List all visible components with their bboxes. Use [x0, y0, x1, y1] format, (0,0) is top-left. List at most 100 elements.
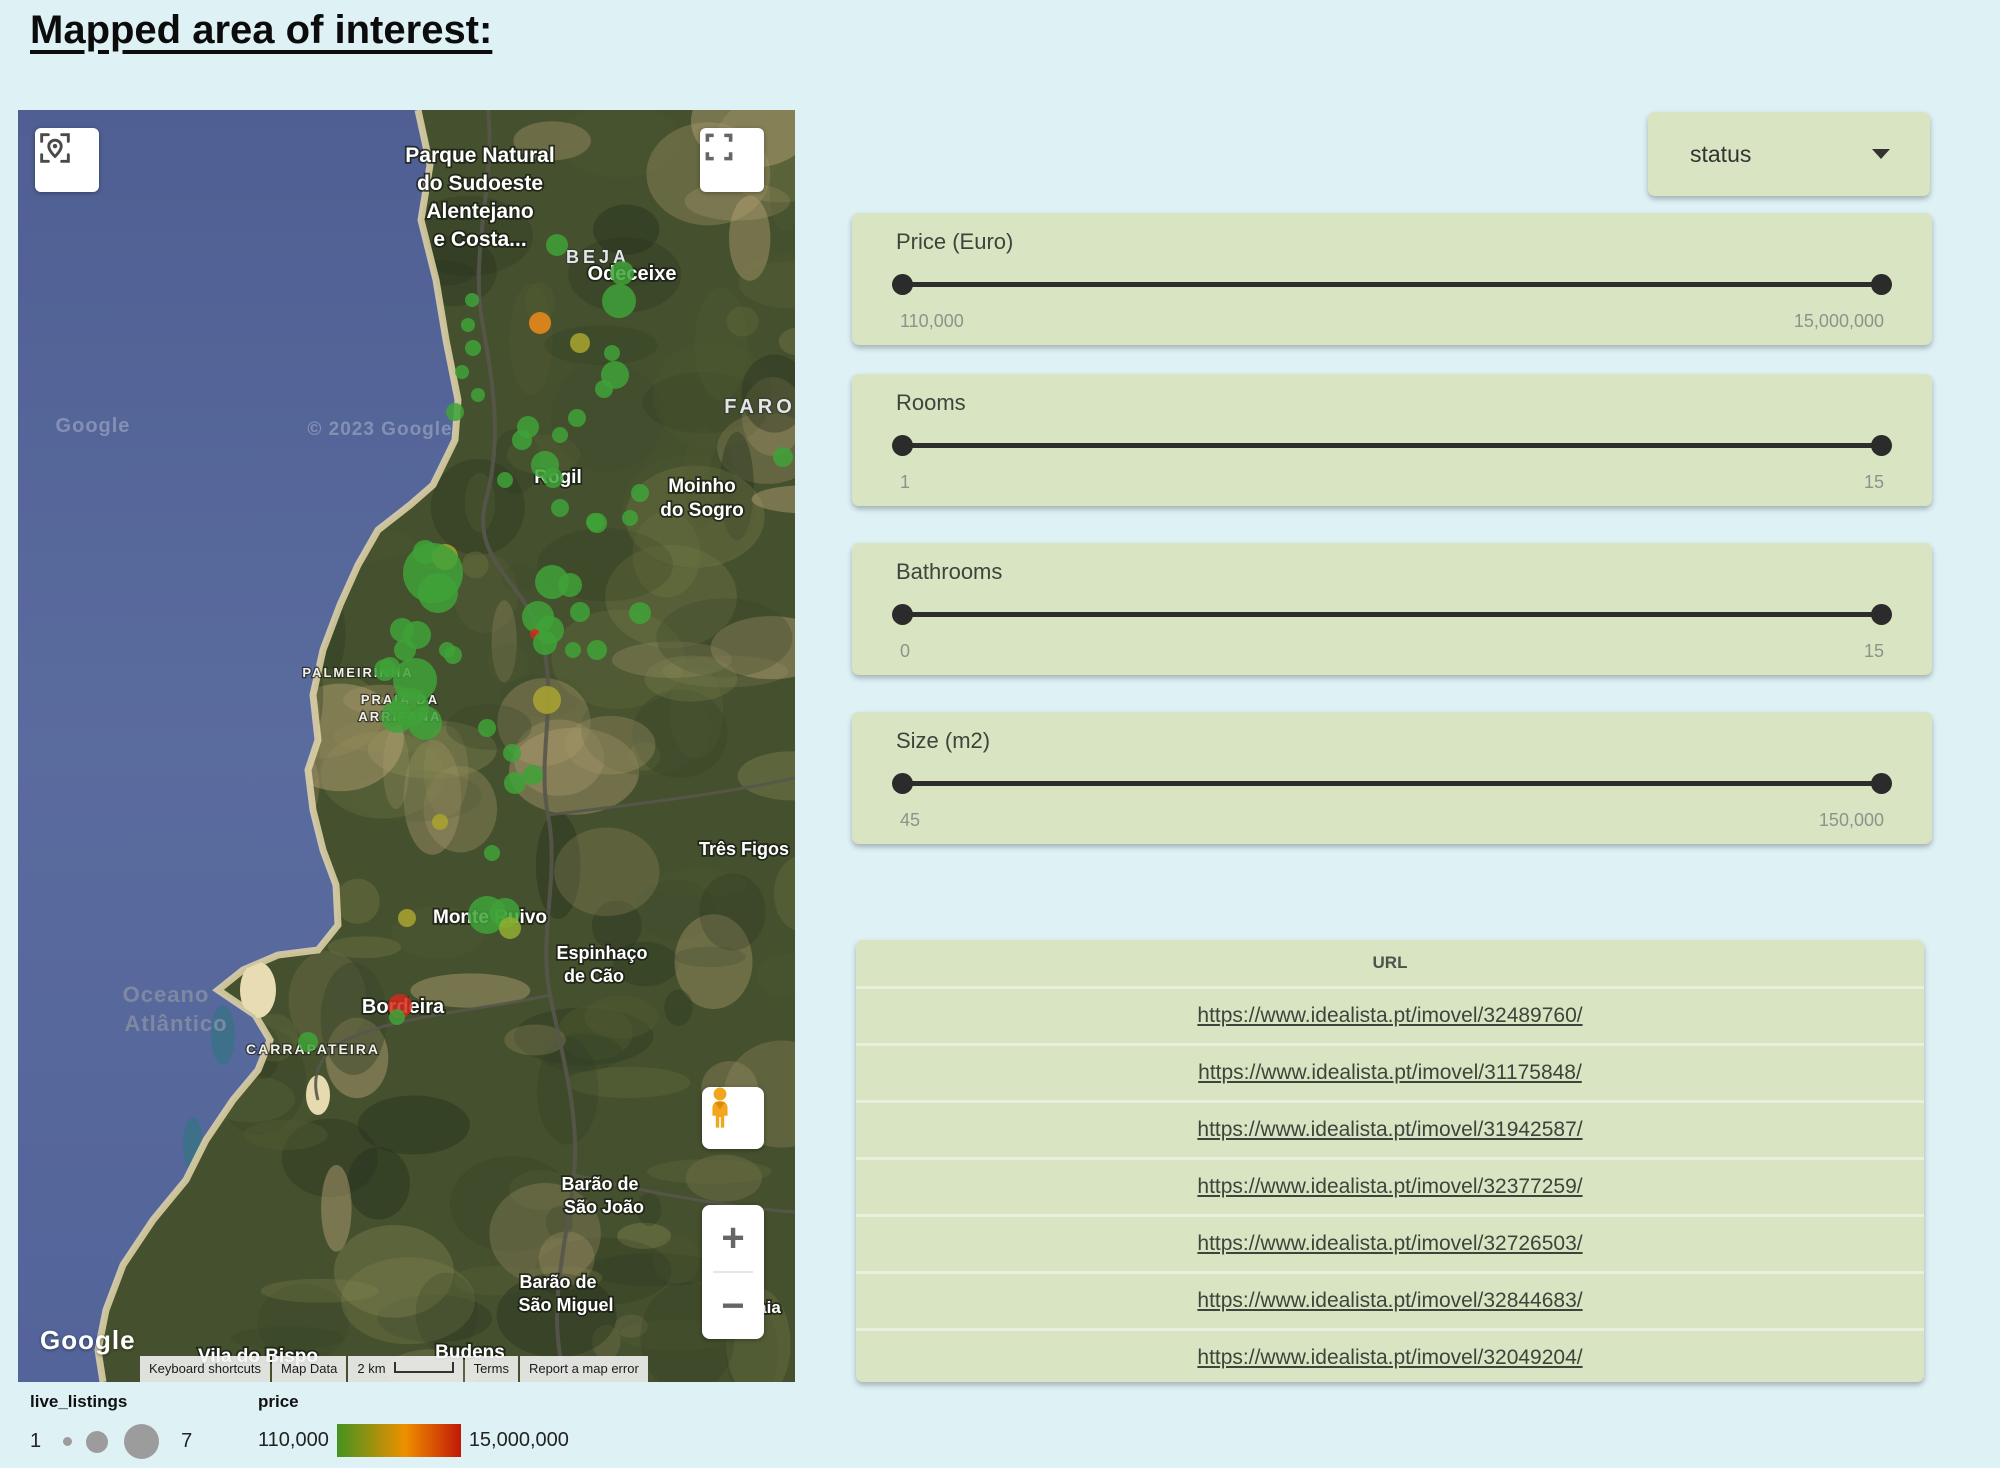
slider-handle-max[interactable] — [1871, 274, 1892, 295]
size-dot-small — [63, 1437, 72, 1446]
recenter-map-button[interactable] — [35, 128, 99, 192]
slider-track-line — [896, 781, 1888, 786]
slider-label: Price (Euro) — [896, 229, 1013, 255]
slider-handle-min[interactable] — [892, 773, 913, 794]
listing-marker[interactable] — [587, 640, 607, 660]
listing-marker[interactable] — [398, 909, 416, 927]
status-dropdown[interactable]: status — [1648, 112, 1930, 196]
listing-marker[interactable] — [381, 701, 413, 733]
slider-max-value: 150,000 — [1819, 810, 1884, 831]
url-table: URL https://www.idealista.pt/imovel/3248… — [856, 940, 1924, 1382]
map-canvas[interactable]: Parque Naturaldo SudoesteAlentejanoe Cos… — [18, 110, 795, 1382]
url-column-header: URL — [856, 940, 1924, 986]
listing-url-link[interactable]: https://www.idealista.pt/imovel/31175848… — [1198, 1061, 1582, 1085]
listing-marker[interactable] — [503, 744, 521, 762]
listing-marker[interactable] — [558, 573, 582, 597]
listing-marker[interactable] — [523, 765, 543, 785]
listing-marker[interactable] — [546, 234, 568, 256]
listing-marker[interactable] — [604, 345, 620, 361]
listing-marker[interactable] — [629, 602, 651, 624]
map-label: FARO — [724, 396, 795, 418]
listing-marker[interactable] — [529, 312, 551, 334]
slider-track[interactable] — [896, 607, 1888, 621]
slider-handle-max[interactable] — [1871, 604, 1892, 625]
map-label: © 2023 Google — [307, 419, 452, 440]
zoom-out-button[interactable]: − — [702, 1273, 764, 1339]
zoom-in-button[interactable]: + — [702, 1205, 764, 1271]
fullscreen-button[interactable] — [700, 128, 764, 192]
listing-marker[interactable] — [465, 293, 479, 307]
listing-marker[interactable] — [461, 318, 475, 332]
slider-track-line — [896, 612, 1888, 617]
listing-marker[interactable] — [610, 261, 634, 285]
listing-marker[interactable] — [444, 646, 462, 664]
listing-marker[interactable] — [471, 388, 485, 402]
attribution-terms[interactable]: Terms — [465, 1356, 518, 1382]
listing-marker[interactable] — [565, 642, 581, 658]
slider-track[interactable] — [896, 277, 1888, 291]
map-label: Barão de — [519, 1272, 596, 1292]
slider-min-value: 0 — [900, 641, 910, 662]
listing-marker[interactable] — [499, 917, 521, 939]
size-legend-min: 1 — [30, 1430, 41, 1453]
listing-marker[interactable] — [568, 409, 586, 427]
pegman-button[interactable] — [702, 1087, 764, 1149]
listing-marker[interactable] — [570, 333, 590, 353]
slider-label: Size (m2) — [896, 728, 990, 754]
slider-track[interactable] — [896, 438, 1888, 452]
listing-marker[interactable] — [551, 499, 569, 517]
attribution-report-a-map-error[interactable]: Report a map error — [520, 1356, 648, 1382]
listing-marker[interactable] — [418, 573, 458, 613]
map-label: Três Figos — [699, 839, 789, 859]
slider-handle-max[interactable] — [1871, 773, 1892, 794]
slider-handle-max[interactable] — [1871, 435, 1892, 456]
listing-marker[interactable] — [533, 686, 561, 714]
listing-marker[interactable] — [602, 284, 636, 318]
listing-marker[interactable] — [552, 427, 568, 443]
slider-max-value: 15,000,000 — [1794, 311, 1884, 332]
listing-url-link[interactable]: https://www.idealista.pt/imovel/32726503… — [1197, 1232, 1582, 1256]
listing-marker[interactable] — [622, 510, 638, 526]
listing-marker[interactable] — [533, 631, 557, 655]
listing-marker[interactable] — [394, 639, 416, 661]
map-label: do Sudoeste — [417, 172, 543, 195]
listing-marker[interactable] — [446, 403, 464, 421]
listing-marker[interactable] — [587, 513, 607, 533]
listing-marker[interactable] — [408, 706, 442, 740]
slider-handle-min[interactable] — [892, 435, 913, 456]
zoom-control: + − — [702, 1205, 764, 1339]
slider-max-value: 15 — [1864, 472, 1884, 493]
listing-marker[interactable] — [497, 472, 513, 488]
listing-marker[interactable] — [478, 719, 496, 737]
listing-url-link[interactable]: https://www.idealista.pt/imovel/31942587… — [1197, 1118, 1582, 1142]
listing-url-link[interactable]: https://www.idealista.pt/imovel/32844683… — [1197, 1289, 1582, 1313]
listing-marker[interactable] — [570, 602, 590, 622]
slider-track[interactable] — [896, 776, 1888, 790]
listing-marker[interactable] — [773, 447, 793, 467]
slider-min-value: 110,000 — [900, 311, 964, 332]
listing-marker[interactable] — [504, 772, 526, 794]
slider-handle-min[interactable] — [892, 274, 913, 295]
size-dot-large — [124, 1424, 159, 1459]
listing-marker[interactable] — [455, 365, 469, 379]
listing-marker[interactable] — [543, 468, 563, 488]
listing-marker[interactable] — [484, 845, 500, 861]
listing-marker[interactable] — [389, 1009, 405, 1025]
attribution-map-data[interactable]: Map Data — [272, 1356, 346, 1382]
listing-marker[interactable] — [512, 430, 532, 450]
listing-marker[interactable] — [432, 814, 448, 830]
listing-marker[interactable] — [298, 1032, 318, 1052]
attribution-keyboard-shortcuts[interactable]: Keyboard shortcuts — [140, 1356, 270, 1382]
listing-marker[interactable] — [631, 484, 649, 502]
price-gradient-bar — [337, 1424, 461, 1457]
map-label: do Sogro — [660, 500, 743, 521]
slider-handle-min[interactable] — [892, 604, 913, 625]
listing-marker[interactable] — [595, 380, 613, 398]
status-dropdown-label: status — [1690, 141, 1751, 168]
listing-url-link[interactable]: https://www.idealista.pt/imovel/32377259… — [1197, 1175, 1582, 1199]
pin-focus-icon — [35, 128, 75, 168]
listing-url-link[interactable]: https://www.idealista.pt/imovel/32489760… — [1197, 1004, 1582, 1028]
listing-url-link[interactable]: https://www.idealista.pt/imovel/32049204… — [1197, 1346, 1582, 1370]
listing-marker[interactable] — [465, 340, 481, 356]
listing-marker[interactable] — [374, 659, 396, 681]
